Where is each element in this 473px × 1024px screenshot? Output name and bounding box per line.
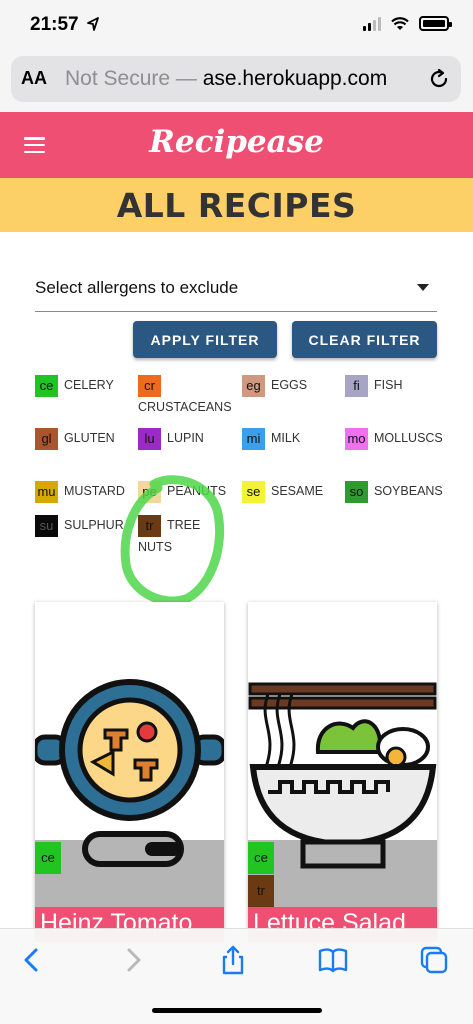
share-icon[interactable]	[218, 945, 248, 975]
allergen-name: LUPIN	[167, 431, 204, 445]
allergen-name: CELERY	[64, 378, 114, 392]
allergen-sesame: se SESAME	[242, 481, 342, 503]
allergen-peanuts: pe PEANUTS	[138, 481, 238, 503]
allergen-sulphur: su SULPHUR	[35, 515, 135, 537]
wifi-icon	[391, 16, 409, 30]
clear-filter-button[interactable]: CLEAR FILTER	[292, 321, 437, 358]
allergen-chip: mo	[345, 428, 368, 450]
allergen-name: SULPHUR	[64, 518, 124, 532]
allergen-chip: eg	[242, 375, 265, 397]
cellular-signal-icon	[363, 16, 381, 31]
brand-logo[interactable]: Recipease	[0, 124, 473, 160]
location-arrow-icon	[87, 17, 99, 31]
allergen-name: CRUSTACEANS	[138, 400, 232, 414]
home-indicator	[152, 1008, 322, 1013]
allergen-crustaceans: cr CRUSTACEANS	[138, 375, 238, 418]
allergen-chip: mi	[242, 428, 265, 450]
status-icons	[363, 16, 452, 31]
allergen-milk: mi MILK	[242, 428, 342, 450]
allergen-name: PEANUTS	[167, 484, 227, 498]
allergen-gluten: gl GLUTEN	[35, 428, 135, 450]
allergen-tree-nuts: tr TREE NUTS	[138, 515, 218, 558]
allergen-name: FISH	[374, 378, 403, 392]
allergen-chip: se	[242, 481, 265, 503]
bookmarks-icon[interactable]	[318, 945, 348, 975]
browser-address-area: AA Not Secure — ase.herokuapp.com	[0, 50, 473, 112]
allergen-name: EGGS	[271, 378, 308, 392]
page-title: ALL RECIPES	[116, 186, 357, 225]
recipe-allergen-chip: ce	[248, 842, 274, 874]
url-field[interactable]: Not Secure — ase.herokuapp.com	[65, 67, 387, 91]
url-domain: ase.herokuapp.com	[202, 67, 388, 90]
allergen-molluscs: mo MOLLUSCS	[345, 428, 445, 450]
forward-icon[interactable]	[118, 945, 148, 975]
apply-filter-button[interactable]: APPLY FILTER	[133, 321, 277, 358]
allergen-chip: cr	[138, 375, 161, 397]
address-bar[interactable]: AA Not Secure — ase.herokuapp.com	[11, 56, 461, 102]
allergen-mustard: mu MUSTARD	[35, 481, 135, 503]
allergen-name: MUSTARD	[64, 484, 125, 498]
reader-options-button[interactable]: AA	[21, 68, 47, 89]
allergen-fish: fi FISH	[345, 375, 445, 397]
status-time: 21:57	[30, 14, 79, 35]
allergen-name: SOYBEANS	[374, 484, 443, 498]
site-header: Recipease	[0, 112, 473, 178]
allergen-chip: lu	[138, 428, 161, 450]
tabs-icon[interactable]	[419, 945, 449, 975]
allergen-soybeans: so SOYBEANS	[345, 481, 445, 503]
allergen-chip: so	[345, 481, 368, 503]
recipe-allergen-chip: ce	[35, 842, 61, 874]
battery-icon	[419, 16, 452, 31]
allergen-chip: ce	[35, 375, 58, 397]
allergen-name: MOLLUSCS	[374, 431, 443, 445]
allergen-lupin: lu LUPIN	[138, 428, 238, 450]
status-bar: 21:57	[0, 0, 473, 50]
frying-pan-icon	[35, 679, 224, 867]
allergen-chip: tr	[138, 515, 161, 537]
allergen-name: SESAME	[271, 484, 324, 498]
allergen-chip: su	[35, 515, 58, 537]
allergen-select-label: Select allergens to exclude	[35, 278, 239, 297]
recipe-card[interactable]: ce Heinz Tomato	[35, 602, 224, 942]
allergen-chip: gl	[35, 428, 58, 450]
allergen-celery: ce CELERY	[35, 375, 135, 397]
reload-icon[interactable]	[427, 67, 451, 91]
allergen-name: GLUTEN	[64, 431, 115, 445]
recipe-allergen-chip: tr	[248, 875, 274, 907]
allergen-select[interactable]: Select allergens to exclude	[35, 270, 437, 312]
allergen-name: MILK	[271, 431, 301, 445]
allergen-eggs: eg EGGS	[242, 375, 342, 397]
page-title-band: ALL RECIPES	[0, 178, 473, 232]
caret-down-icon	[417, 284, 429, 291]
back-icon[interactable]	[17, 945, 47, 975]
allergen-chip: pe	[138, 481, 161, 503]
allergen-chip: fi	[345, 375, 368, 397]
not-secure-label: Not Secure —	[65, 67, 197, 90]
recipe-card[interactable]: ce tr Lettuce Salad	[248, 602, 437, 942]
noodle-bowl-icon	[248, 682, 437, 869]
allergen-chip: mu	[35, 481, 58, 503]
